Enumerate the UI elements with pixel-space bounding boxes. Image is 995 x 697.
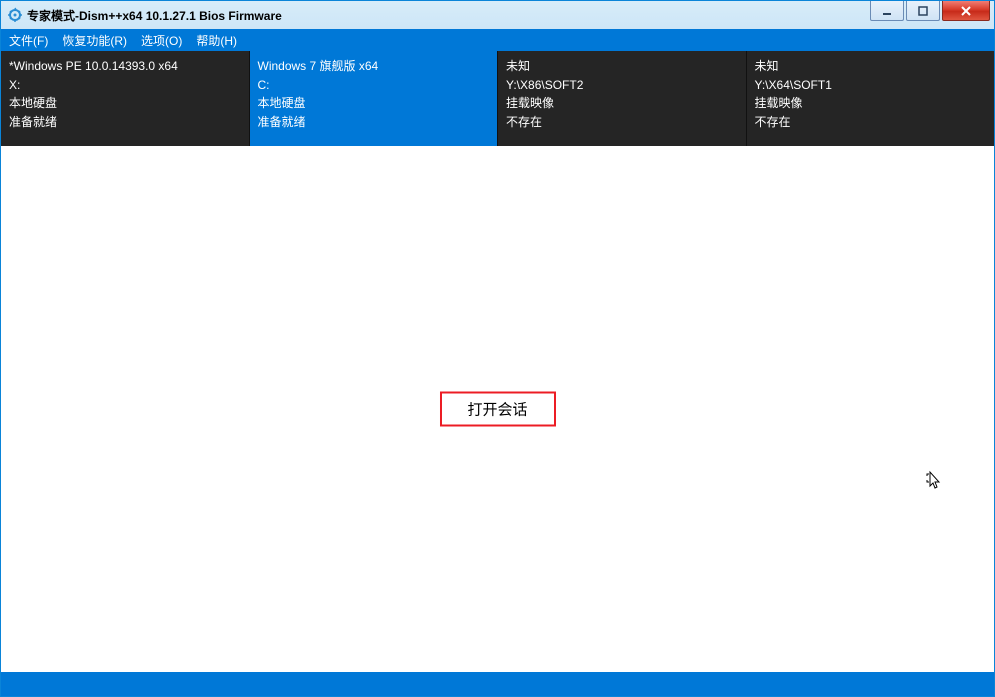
- os-drive: Y:\X86\SOFT2: [506, 76, 738, 95]
- maximize-icon: [917, 5, 929, 17]
- close-button[interactable]: [942, 1, 990, 21]
- maximize-button[interactable]: [906, 1, 940, 21]
- menu-help[interactable]: 帮助(H): [196, 32, 237, 49]
- os-name: Windows 7 旗舰版 x64: [258, 57, 490, 76]
- os-status: 不存在: [755, 113, 987, 132]
- os-disk: 挂载映像: [506, 94, 738, 113]
- os-drive: Y:\X64\SOFT1: [755, 76, 987, 95]
- minimize-icon: [881, 5, 893, 17]
- titlebar[interactable]: 专家模式-Dism++x64 10.1.27.1 Bios Firmware: [1, 1, 994, 29]
- os-status: 准备就绪: [258, 113, 490, 132]
- app-icon: [7, 7, 23, 23]
- minimize-button[interactable]: [870, 1, 904, 21]
- open-session-button[interactable]: 打开会话: [439, 392, 555, 427]
- window-title: 专家模式-Dism++x64 10.1.27.1 Bios Firmware: [27, 7, 868, 24]
- os-panel-2[interactable]: 未知 Y:\X86\SOFT2 挂载映像 不存在: [498, 51, 747, 146]
- menu-options[interactable]: 选项(O): [141, 32, 182, 49]
- os-name: 未知: [755, 57, 987, 76]
- statusbar: [1, 672, 994, 696]
- app-window: 专家模式-Dism++x64 10.1.27.1 Bios Firmware 文…: [0, 0, 995, 697]
- content-area: 打开会话: [1, 146, 994, 672]
- close-icon: [959, 5, 973, 17]
- os-disk: 挂载映像: [755, 94, 987, 113]
- menu-recovery[interactable]: 恢复功能(R): [62, 32, 127, 49]
- os-drive: C:: [258, 76, 490, 95]
- os-panels: *Windows PE 10.0.14393.0 x64 X: 本地硬盘 准备就…: [1, 51, 994, 146]
- os-panel-1[interactable]: Windows 7 旗舰版 x64 C: 本地硬盘 准备就绪: [250, 51, 499, 146]
- window-controls: [868, 1, 994, 29]
- os-name: *Windows PE 10.0.14393.0 x64: [9, 57, 241, 76]
- os-drive: X:: [9, 76, 241, 95]
- menubar: 文件(F) 恢复功能(R) 选项(O) 帮助(H): [1, 29, 994, 51]
- os-name: 未知: [506, 57, 738, 76]
- os-panel-0[interactable]: *Windows PE 10.0.14393.0 x64 X: 本地硬盘 准备就…: [1, 51, 250, 146]
- os-status: 准备就绪: [9, 113, 241, 132]
- menu-file[interactable]: 文件(F): [9, 32, 48, 49]
- os-disk: 本地硬盘: [258, 94, 490, 113]
- os-panel-3[interactable]: 未知 Y:\X64\SOFT1 挂载映像 不存在: [747, 51, 995, 146]
- os-status: 不存在: [506, 113, 738, 132]
- os-disk: 本地硬盘: [9, 94, 241, 113]
